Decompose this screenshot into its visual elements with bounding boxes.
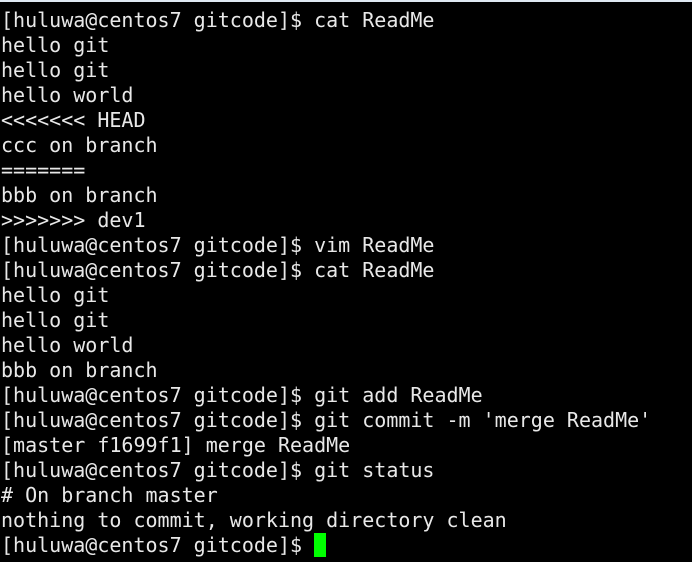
terminal-line: [huluwa@centos7 gitcode]$ git commit -m … <box>1 408 652 432</box>
terminal-line: >>>>>>> dev1 <box>1 208 146 232</box>
terminal-line: hello world <box>1 333 134 357</box>
terminal-line: [huluwa@centos7 gitcode]$ cat ReadMe <box>1 8 435 32</box>
terminal-line: [huluwa@centos7 gitcode]$ git add ReadMe <box>1 383 483 407</box>
terminal-line: hello git <box>1 33 110 57</box>
terminal-prompt-line[interactable]: [huluwa@centos7 gitcode]$ <box>1 533 651 558</box>
terminal-line: hello git <box>1 308 110 332</box>
terminal-line: nothing to commit, working directory cle… <box>1 508 507 532</box>
terminal-line: hello git <box>1 283 110 307</box>
terminal-line: [huluwa@centos7 gitcode]$ vim ReadMe <box>1 233 435 257</box>
terminal-line: [huluwa@centos7 gitcode]$ git status <box>1 458 435 482</box>
terminal-line: hello git <box>1 58 110 82</box>
terminal-line: hello world <box>1 83 134 107</box>
terminal-output[interactable]: [huluwa@centos7 gitcode]$ cat ReadMe hel… <box>1 8 651 558</box>
terminal-line: [master f1699f1] merge ReadMe <box>1 433 351 457</box>
terminal-line: [huluwa@centos7 gitcode]$ cat ReadMe <box>1 258 435 282</box>
window-top-border <box>0 0 692 2</box>
terminal-line: bbb on branch <box>1 183 158 207</box>
terminal-line: <<<<<<< HEAD <box>1 108 146 132</box>
terminal-line: ======= <box>1 158 86 182</box>
terminal-prompt: [huluwa@centos7 gitcode]$ <box>1 533 315 557</box>
terminal-line: # On branch master <box>1 483 218 507</box>
terminal-line: ccc on branch <box>1 133 158 157</box>
terminal-cursor <box>314 533 327 557</box>
terminal-line: bbb on branch <box>1 358 158 382</box>
